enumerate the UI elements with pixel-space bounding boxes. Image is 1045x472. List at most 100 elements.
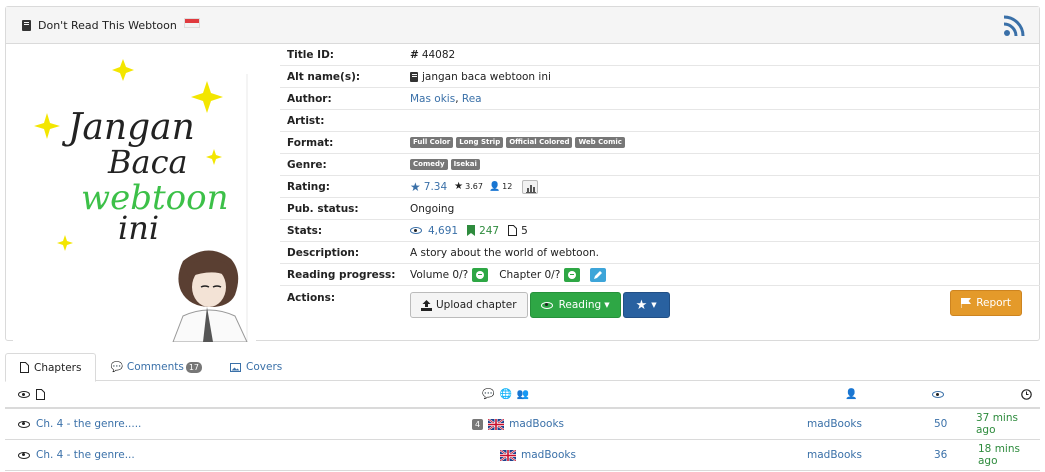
- format-tag[interactable]: Long Strip: [456, 137, 504, 148]
- upload-chapter-button[interactable]: Upload chapter: [410, 292, 528, 318]
- tab-comments[interactable]: 💬 Comments 17: [96, 353, 216, 381]
- rating-row: Rating: ★ 7.34 ★ 3.67 👤 12: [280, 176, 1040, 198]
- eye-icon[interactable]: [18, 451, 30, 459]
- tab-chapters[interactable]: Chapters: [5, 353, 97, 382]
- format-tag[interactable]: Official Colored: [506, 137, 573, 148]
- report-button[interactable]: Report: [950, 290, 1022, 316]
- author-row: Author: Mas okis, Rea: [280, 88, 1040, 110]
- table-row[interactable]: Ch. 4 - the genre... madBooks madBooks 3…: [5, 440, 1040, 471]
- group-link[interactable]: madBooks: [509, 418, 564, 430]
- genre-tag[interactable]: Isekai: [450, 159, 480, 170]
- description-row: Description: A story about the world of …: [280, 242, 1040, 264]
- pub-status-value: Ongoing: [410, 202, 455, 215]
- table-row[interactable]: Ch. 4 - the genre..... 4 madBooks madBoo…: [5, 409, 1040, 440]
- reading-status-label: Reading: [558, 299, 602, 311]
- group-icon: 👥: [516, 389, 530, 400]
- volume-progress: Volume 0/?: [410, 268, 469, 281]
- minus-circle-icon: [476, 270, 485, 279]
- report-label: Report: [976, 297, 1011, 309]
- user-icon: 👤: [488, 181, 501, 192]
- artist-row: Artist:: [280, 110, 1040, 132]
- flag-icon: [961, 298, 972, 308]
- view-count: 4,691: [428, 224, 459, 237]
- card-header: Don't Read This Webtoon: [6, 7, 1039, 44]
- chapter-link[interactable]: Ch. 4 - the genre...: [36, 449, 135, 461]
- tab-covers[interactable]: Covers: [216, 353, 296, 381]
- genre-row: Genre: Comedy Isekai: [280, 154, 1040, 176]
- pub-status-label: Pub. status:: [287, 202, 359, 215]
- chapter-time: 37 mins ago: [976, 412, 1018, 436]
- chapter-views: 36: [934, 449, 948, 461]
- file-icon: [20, 362, 29, 373]
- format-label: Format:: [287, 136, 334, 149]
- genre-label: Genre:: [287, 158, 327, 171]
- chapter-time: 18 mins ago: [978, 443, 1020, 467]
- alt-name-value: jangan baca webtoon ini: [422, 70, 551, 83]
- bayesian-rating: 7.34: [423, 180, 448, 193]
- comments-icon: 💬: [110, 361, 123, 373]
- rating-user-count: 12: [502, 182, 513, 191]
- content-tabs: Chapters 💬 Comments 17 Covers: [5, 353, 1040, 382]
- group-link[interactable]: madBooks: [521, 449, 576, 461]
- title-id-value: 44082: [421, 48, 456, 61]
- alt-names-row: Alt name(s): jangan baca webtoon ini: [280, 66, 1040, 88]
- comment-count: 5: [521, 224, 528, 237]
- chapter-comment-badge[interactable]: 4: [472, 418, 484, 430]
- uk-flag-icon: [488, 418, 505, 430]
- mean-rating: 3.67: [465, 182, 483, 191]
- chapter-views: 50: [934, 418, 948, 430]
- cover-image[interactable]: Jangan Baca webtoon ini: [13, 49, 256, 342]
- chapters-table: 💬 🌐 👥 👤 Ch. 4 - the genre..... 4 madBook…: [5, 382, 1040, 471]
- rating-dropdown[interactable]: ★ ▼: [622, 292, 670, 318]
- caret-down-icon: ▼: [651, 301, 657, 309]
- follow-count: 247: [479, 224, 500, 237]
- edit-progress-button[interactable]: [590, 267, 607, 282]
- actions-row: Actions: Upload chapter Reading ▼ ★ ▼ Re…: [280, 286, 1040, 324]
- chapter-link[interactable]: Ch. 4 - the genre.....: [36, 418, 141, 430]
- format-tag[interactable]: Web Comic: [575, 137, 625, 148]
- genre-tag[interactable]: Comedy: [410, 159, 448, 170]
- uploader-link[interactable]: madBooks: [807, 449, 862, 461]
- globe-icon: 🌐: [499, 389, 512, 400]
- eye-icon: [18, 391, 30, 398]
- file-icon: [36, 389, 45, 400]
- author-separator: ,: [455, 92, 462, 105]
- uk-flag-icon: [500, 449, 516, 461]
- cover-word-1: Jangan: [61, 107, 195, 148]
- reading-status-dropdown[interactable]: Reading ▼: [529, 292, 621, 318]
- chapter-minus-button[interactable]: [564, 267, 581, 282]
- format-tag[interactable]: Full Color: [410, 137, 454, 148]
- pencil-icon: [594, 270, 603, 279]
- eye-icon[interactable]: [18, 420, 30, 428]
- author-link-2[interactable]: Rea: [462, 93, 482, 105]
- tab-chapters-label: Chapters: [34, 361, 82, 374]
- reading-progress-row: Reading progress: Volume 0/? Chapter 0/?: [280, 264, 1040, 286]
- format-row: Format: Full Color Long Strip Official C…: [280, 132, 1040, 154]
- rss-feed-icon[interactable]: [1003, 15, 1025, 37]
- volume-minus-button[interactable]: [472, 267, 489, 282]
- star-icon: ★: [635, 297, 648, 313]
- star-icon: ★: [454, 181, 464, 192]
- reading-progress-label: Reading progress:: [287, 268, 396, 281]
- info-table: Title ID: # 44082 Alt name(s): jangan ba…: [280, 44, 1040, 324]
- hash-icon: #: [410, 48, 419, 61]
- manga-title: Don't Read This Webtoon: [38, 18, 177, 32]
- eye-icon: [932, 391, 944, 398]
- user-icon: 👤: [845, 389, 858, 400]
- file-icon: [508, 225, 518, 236]
- author-label: Author:: [287, 92, 332, 105]
- minus-circle-icon: [568, 270, 577, 279]
- uploader-link[interactable]: madBooks: [807, 418, 862, 430]
- pub-status-row: Pub. status: Ongoing: [280, 198, 1040, 220]
- image-icon: [230, 362, 242, 372]
- rating-chart-button[interactable]: [522, 179, 539, 194]
- cover-word-4: ini: [118, 209, 159, 247]
- tab-covers-label: Covers: [246, 361, 283, 373]
- upload-chapter-label: Upload chapter: [436, 299, 517, 311]
- title-id-label: Title ID:: [287, 48, 334, 61]
- stats-label: Stats:: [287, 224, 323, 237]
- caret-down-icon: ▼: [604, 301, 610, 309]
- author-link-1[interactable]: Mas okis: [410, 93, 455, 105]
- rating-label: Rating:: [287, 180, 330, 193]
- book-icon: [22, 19, 31, 31]
